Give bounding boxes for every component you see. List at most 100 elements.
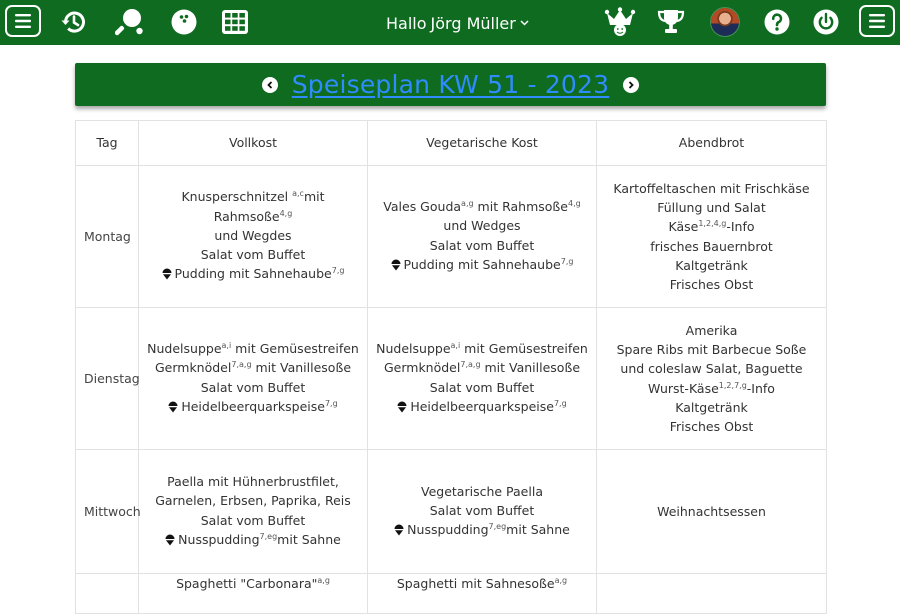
day-cell: Montag [75, 165, 139, 308]
dish-line: Nusspudding7,egmit Sahne [376, 520, 588, 541]
column-header-vollkost: Vollkost [138, 120, 368, 166]
dish-text: und Wegdes [214, 227, 292, 243]
dessert-icon [391, 257, 401, 276]
week-title-banner: Speiseplan KW 51 - 2023 [75, 63, 826, 106]
dish-text: Germknödel [154, 360, 232, 376]
dish-text: Salat vom Buffet [429, 502, 535, 518]
history-button[interactable] [58, 6, 90, 38]
help-button[interactable] [761, 6, 793, 38]
allergen-codes: a,g [554, 575, 568, 585]
table-header-row: Tag Vollkost Vegetarische Kost Abendbrot [75, 120, 827, 166]
greeting-text: Hallo [386, 13, 427, 33]
vegetarisch-cell: Spaghetti mit Sahnesoßea,g [367, 573, 597, 614]
power-icon [813, 9, 839, 35]
next-week-button[interactable] [623, 76, 640, 93]
dish-line: Kartoffeltaschen mit Frischkäse Füllung … [605, 179, 818, 217]
dish-text: und Wedges [443, 218, 521, 234]
allergen-codes: a,g [317, 575, 330, 585]
dish-line: Pudding mit Sahnehaube7,g [376, 255, 588, 276]
allergen-codes: 1,2,4,g [698, 219, 727, 229]
dish-text: Nusspudding [178, 531, 260, 547]
chevron-right-icon [629, 80, 635, 89]
table-tennis-button[interactable] [114, 6, 146, 38]
dessert-icon [394, 522, 404, 541]
day-cell: Dienstag [75, 307, 140, 450]
allergen-codes: 1,2,7,g [718, 380, 747, 390]
allergen-codes: a,i [221, 340, 232, 350]
dish-line: Kaltgetränk [605, 256, 818, 275]
dish-line: Knusperschnitzel a,cmit Rahmsoße4,g [147, 187, 359, 225]
dish-line: Heidelbeerquarkspeise7,g [376, 397, 588, 418]
vollkost-cell: Paella mit Hühnerbrustfilet, Garnelen, E… [138, 449, 368, 574]
vegetarisch-cell: Vales Goudaa,g mit Rahmsoße4,g und Wedges… [367, 165, 597, 308]
dish-text: -Info [746, 380, 775, 396]
dish-text: Frisches Obst [669, 276, 754, 292]
column-header-day: Tag [75, 120, 139, 166]
menu-icon [15, 14, 31, 28]
dish-text: Salat vom Buffet [200, 379, 306, 395]
dish-text: mit Sahne [506, 522, 570, 538]
page-title[interactable]: Speiseplan KW 51 - 2023 [292, 70, 610, 99]
allergen-codes: 4,g [567, 198, 581, 208]
bowling-button[interactable] [168, 6, 200, 38]
dish-text: mit Gemüsestreifen [231, 341, 359, 357]
dish-text: mit Vanillesoße [251, 360, 352, 376]
dish-line: Salat vom Buffet [147, 378, 359, 397]
dish-line: Vegetarische Paella [376, 482, 588, 501]
dish-text: -Info [726, 219, 755, 235]
table-tennis-icon [115, 9, 143, 36]
dish-line: und Wedges [376, 216, 588, 235]
dish-line: Käse1,2,4,g-Info [605, 217, 818, 236]
dish-text: mit Gemüsestreifen [460, 341, 588, 357]
menu-icon [869, 14, 885, 28]
dish-line: Salat vom Buffet [376, 378, 588, 397]
dish-text: Pudding mit Sahnehaube [174, 266, 332, 282]
dish-line: Nudelsuppea,i mit Gemüsestreifen [376, 339, 588, 358]
dish-text: Salat vom Buffet [429, 379, 535, 395]
secondary-menu-button[interactable] [859, 5, 895, 37]
dish-line: Germknödel7,a,g mit Vanillesoße [376, 358, 588, 377]
dish-text: Kartoffeltaschen mit Frischkäse Füllung … [613, 180, 810, 216]
trophy-button[interactable] [655, 6, 687, 38]
jester-button[interactable] [604, 6, 636, 38]
dish-text: Vegetarische Paella [421, 483, 543, 499]
dish-line: Weihnachtsessen [605, 502, 818, 521]
history-icon [61, 11, 85, 33]
dish-line: frisches Bauernbrot [605, 237, 818, 256]
main-menu-button[interactable] [5, 5, 41, 37]
abendbrot-cell: Weihnachtsessen [596, 449, 827, 574]
dish-line: Salat vom Buffet [147, 245, 359, 264]
table-row: Spaghetti "Carbonara"a,g Spaghetti mit Sa… [75, 573, 827, 614]
dish-text: Käse [668, 219, 699, 235]
dish-text: Heidelbeerquarkspeise [410, 398, 554, 414]
allergen-codes: 7,a,g [460, 360, 481, 370]
grid-button[interactable] [219, 6, 251, 38]
allergen-codes: a,i [450, 340, 461, 350]
dish-text: Knusperschnitzel [181, 189, 293, 205]
allergen-codes: 7,g [331, 266, 345, 276]
vollkost-cell: Knusperschnitzel a,cmit Rahmsoße4,g und W… [138, 165, 368, 308]
allergen-codes: 7,eg [259, 531, 278, 541]
dish-text: Nudelsuppe [147, 341, 222, 357]
dish-text: mit Sahne [277, 531, 341, 547]
dish-line: Pudding mit Sahnehaube7,g [147, 264, 359, 285]
dish-text: Heidelbeerquarkspeise [181, 398, 325, 414]
dish-text: Nudelsuppe [376, 341, 451, 357]
dish-text: Salat vom Buffet [429, 237, 535, 253]
table-row: Montag Knusperschnitzel a,cmit Rahmsoße4,… [75, 165, 827, 308]
avatar[interactable] [711, 8, 739, 36]
logout-button[interactable] [810, 6, 842, 38]
allergen-codes: 7,g [560, 256, 574, 266]
user-menu-dropdown[interactable]: Jörg Müller [431, 14, 529, 33]
day-cell [75, 573, 139, 614]
dish-text: Salat vom Buffet [200, 247, 306, 263]
menu-table-body: Montag Knusperschnitzel a,cmit Rahmsoße4,… [75, 165, 827, 614]
allergen-codes: 4,g [279, 208, 293, 218]
dish-text: Spaghetti mit Sahnesoße [396, 576, 555, 591]
top-navigation-bar: Hallo Jörg Müller [0, 0, 900, 45]
jester-icon [604, 7, 636, 36]
previous-week-button[interactable] [261, 76, 278, 93]
dish-line: Nudelsuppea,i mit Gemüsestreifen [147, 339, 359, 358]
grid-icon [222, 10, 248, 34]
allergen-codes: 7,g [553, 398, 567, 408]
